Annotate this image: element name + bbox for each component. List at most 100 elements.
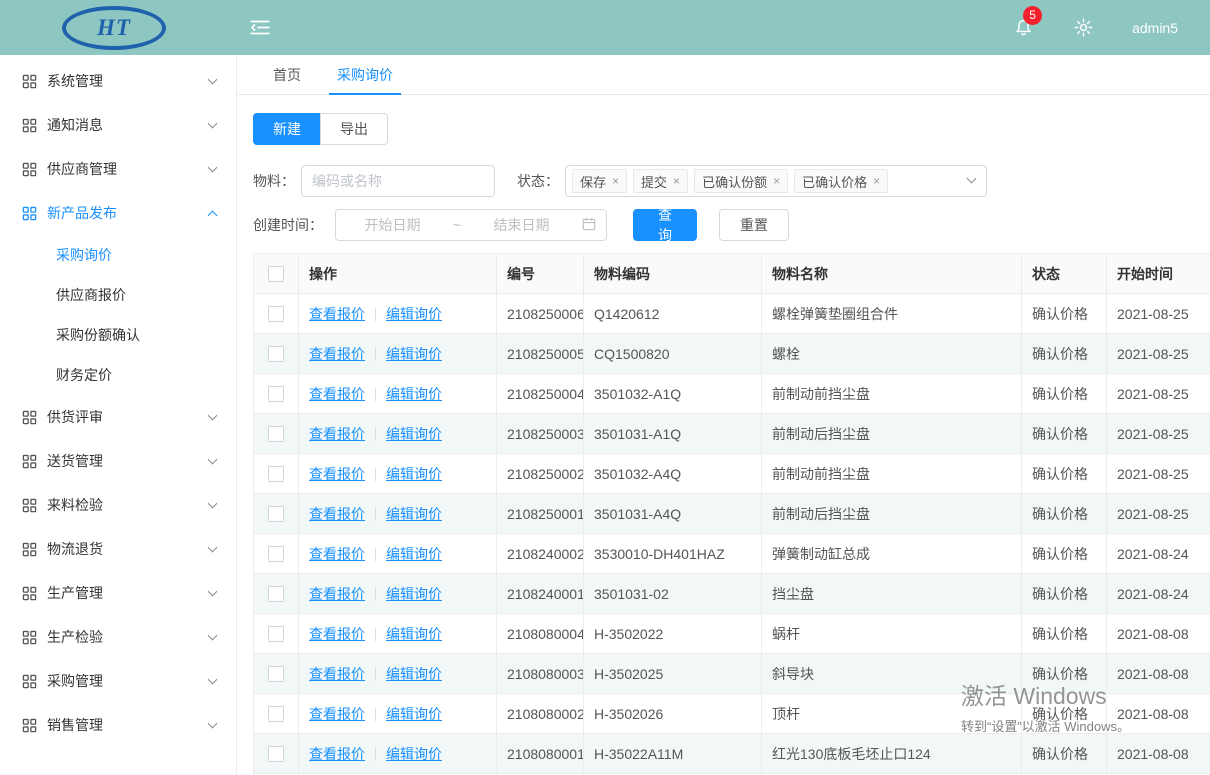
material-code-cell: 3501031-A4Q [584,494,762,534]
export-button[interactable]: 导出 [320,113,388,145]
row-checkbox[interactable] [268,426,284,442]
table-row: 查看报价编辑询价 2108250004 3501032-A1Q 前制动前挡尘盘 … [254,374,1210,414]
start-date-placeholder[interactable]: 开始日期 [346,215,439,235]
status-filter-tag[interactable]: 提交 × [633,169,688,193]
status-cell: 确认价格 [1022,494,1107,534]
row-actions-cell: 查看报价 编辑询价 [299,734,497,774]
search-button[interactable]: 查询 [633,209,697,241]
row-checkbox[interactable] [268,386,284,402]
new-button[interactable]: 新建 [253,113,321,145]
edit-inquiry-link[interactable]: 编辑询价 [386,626,442,642]
edit-inquiry-link[interactable]: 编辑询价 [386,426,442,442]
view-quote-link[interactable]: 查看报价 [309,426,365,442]
view-quote-link[interactable]: 查看报价 [309,546,365,562]
status-filter-tag[interactable]: 保存 × [572,169,627,193]
sidebar-item[interactable]: 通知消息 [0,103,236,147]
sidebar-subitem[interactable]: 采购份额确认 [0,315,236,355]
chevron-down-icon [208,454,218,464]
view-quote-link[interactable]: 查看报价 [309,706,365,722]
sidebar-item[interactable]: 销售管理 [0,703,236,747]
menu-collapse-icon[interactable] [250,19,270,36]
end-date-placeholder[interactable]: 结束日期 [475,215,568,235]
sidebar-item[interactable]: 生产检验 [0,615,236,659]
notification-badge: 5 [1023,6,1042,25]
sidebar-subitem[interactable]: 采购询价 [0,235,236,275]
view-quote-link[interactable]: 查看报价 [309,626,365,642]
filter-row-1: 物料： 状态： 保存 × 提交 × [253,165,1210,197]
view-quote-link[interactable]: 查看报价 [309,466,365,482]
tag-close-icon[interactable]: × [612,175,619,187]
sidebar-item[interactable]: 系统管理 [0,59,236,103]
link-divider [375,388,376,401]
row-checkbox[interactable] [268,306,284,322]
row-checkbox[interactable] [268,666,284,682]
material-code-cell: H-3502022 [584,614,762,654]
sidebar-item[interactable]: 物流退货 [0,527,236,571]
row-checkbox[interactable] [268,506,284,522]
grid-menu-icon [22,206,37,221]
tag-close-icon[interactable]: × [773,175,780,187]
tag-close-icon[interactable]: × [673,175,680,187]
row-checkbox[interactable] [268,586,284,602]
sidebar-subitem[interactable]: 供应商报价 [0,275,236,315]
material-name-cell: 斜导块 [762,654,1022,694]
inquiry-id-cell: 2108250001 [497,494,584,534]
view-quote-link[interactable]: 查看报价 [309,666,365,682]
view-quote-link[interactable]: 查看报价 [309,346,365,362]
status-filter-tag[interactable]: 已确认价格 × [794,169,888,193]
tag-close-icon[interactable]: × [873,175,880,187]
sidebar-item[interactable]: 来料检验 [0,483,236,527]
view-quote-link[interactable]: 查看报价 [309,386,365,402]
sidebar-item[interactable]: 采购管理 [0,659,236,703]
date-range-picker[interactable]: 开始日期 ~ 结束日期 [335,209,607,241]
row-checkbox[interactable] [268,466,284,482]
sidebar-item[interactable]: 供货评审 [0,395,236,439]
date-range-separator: ~ [453,217,461,233]
edit-inquiry-link[interactable]: 编辑询价 [386,466,442,482]
settings-gear-icon[interactable] [1073,17,1094,38]
link-divider [375,508,376,521]
inquiry-id-cell: 2108250004 [497,374,584,414]
edit-inquiry-link[interactable]: 编辑询价 [386,746,442,762]
row-select-cell [254,574,299,614]
edit-inquiry-link[interactable]: 编辑询价 [386,666,442,682]
edit-inquiry-link[interactable]: 编辑询价 [386,346,442,362]
edit-inquiry-link[interactable]: 编辑询价 [386,706,442,722]
edit-inquiry-link[interactable]: 编辑询价 [386,586,442,602]
row-checkbox[interactable] [268,346,284,362]
sidebar-item-label: 供货评审 [47,407,209,427]
row-checkbox[interactable] [268,626,284,642]
username[interactable]: admin5 [1132,20,1178,36]
row-checkbox[interactable] [268,546,284,562]
row-checkbox[interactable] [268,706,284,722]
material-search-input[interactable] [301,165,495,197]
sidebar-item[interactable]: 生产管理 [0,571,236,615]
sidebar-subitem[interactable]: 财务定价 [0,355,236,395]
notification-bell-icon[interactable]: 5 [1014,17,1033,38]
row-checkbox[interactable] [268,746,284,762]
reset-button[interactable]: 重置 [719,209,789,241]
chevron-up-icon [208,210,218,220]
edit-inquiry-link[interactable]: 编辑询价 [386,506,442,522]
row-select-cell [254,734,299,774]
select-all-checkbox[interactable] [268,266,284,282]
tab-procurement-inquiry[interactable]: 采购询价 [319,55,411,94]
sidebar-item[interactable]: 送货管理 [0,439,236,483]
status-multiselect[interactable]: 保存 × 提交 × 已确认份额 × [565,165,987,197]
table-row: 查看报价编辑询价 2108250001 3501031-A4Q 前制动后挡尘盘 … [254,494,1210,534]
view-quote-link[interactable]: 查看报价 [309,306,365,322]
view-quote-link[interactable]: 查看报价 [309,506,365,522]
grid-menu-icon [22,454,37,469]
view-quote-link[interactable]: 查看报价 [309,586,365,602]
view-quote-link[interactable]: 查看报价 [309,746,365,762]
edit-inquiry-link[interactable]: 编辑询价 [386,386,442,402]
status-filter-label: 状态： [517,171,559,191]
edit-inquiry-link[interactable]: 编辑询价 [386,546,442,562]
sidebar-item[interactable]: 供应商管理 [0,147,236,191]
tab-home[interactable]: 首页 [255,55,319,94]
grid-menu-icon [22,162,37,177]
row-actions-cell: 查看报价 编辑询价 [299,374,497,414]
status-filter-tag[interactable]: 已确认份额 × [694,169,788,193]
edit-inquiry-link[interactable]: 编辑询价 [386,306,442,322]
sidebar-item-new-product-release[interactable]: 新产品发布 [0,191,236,235]
